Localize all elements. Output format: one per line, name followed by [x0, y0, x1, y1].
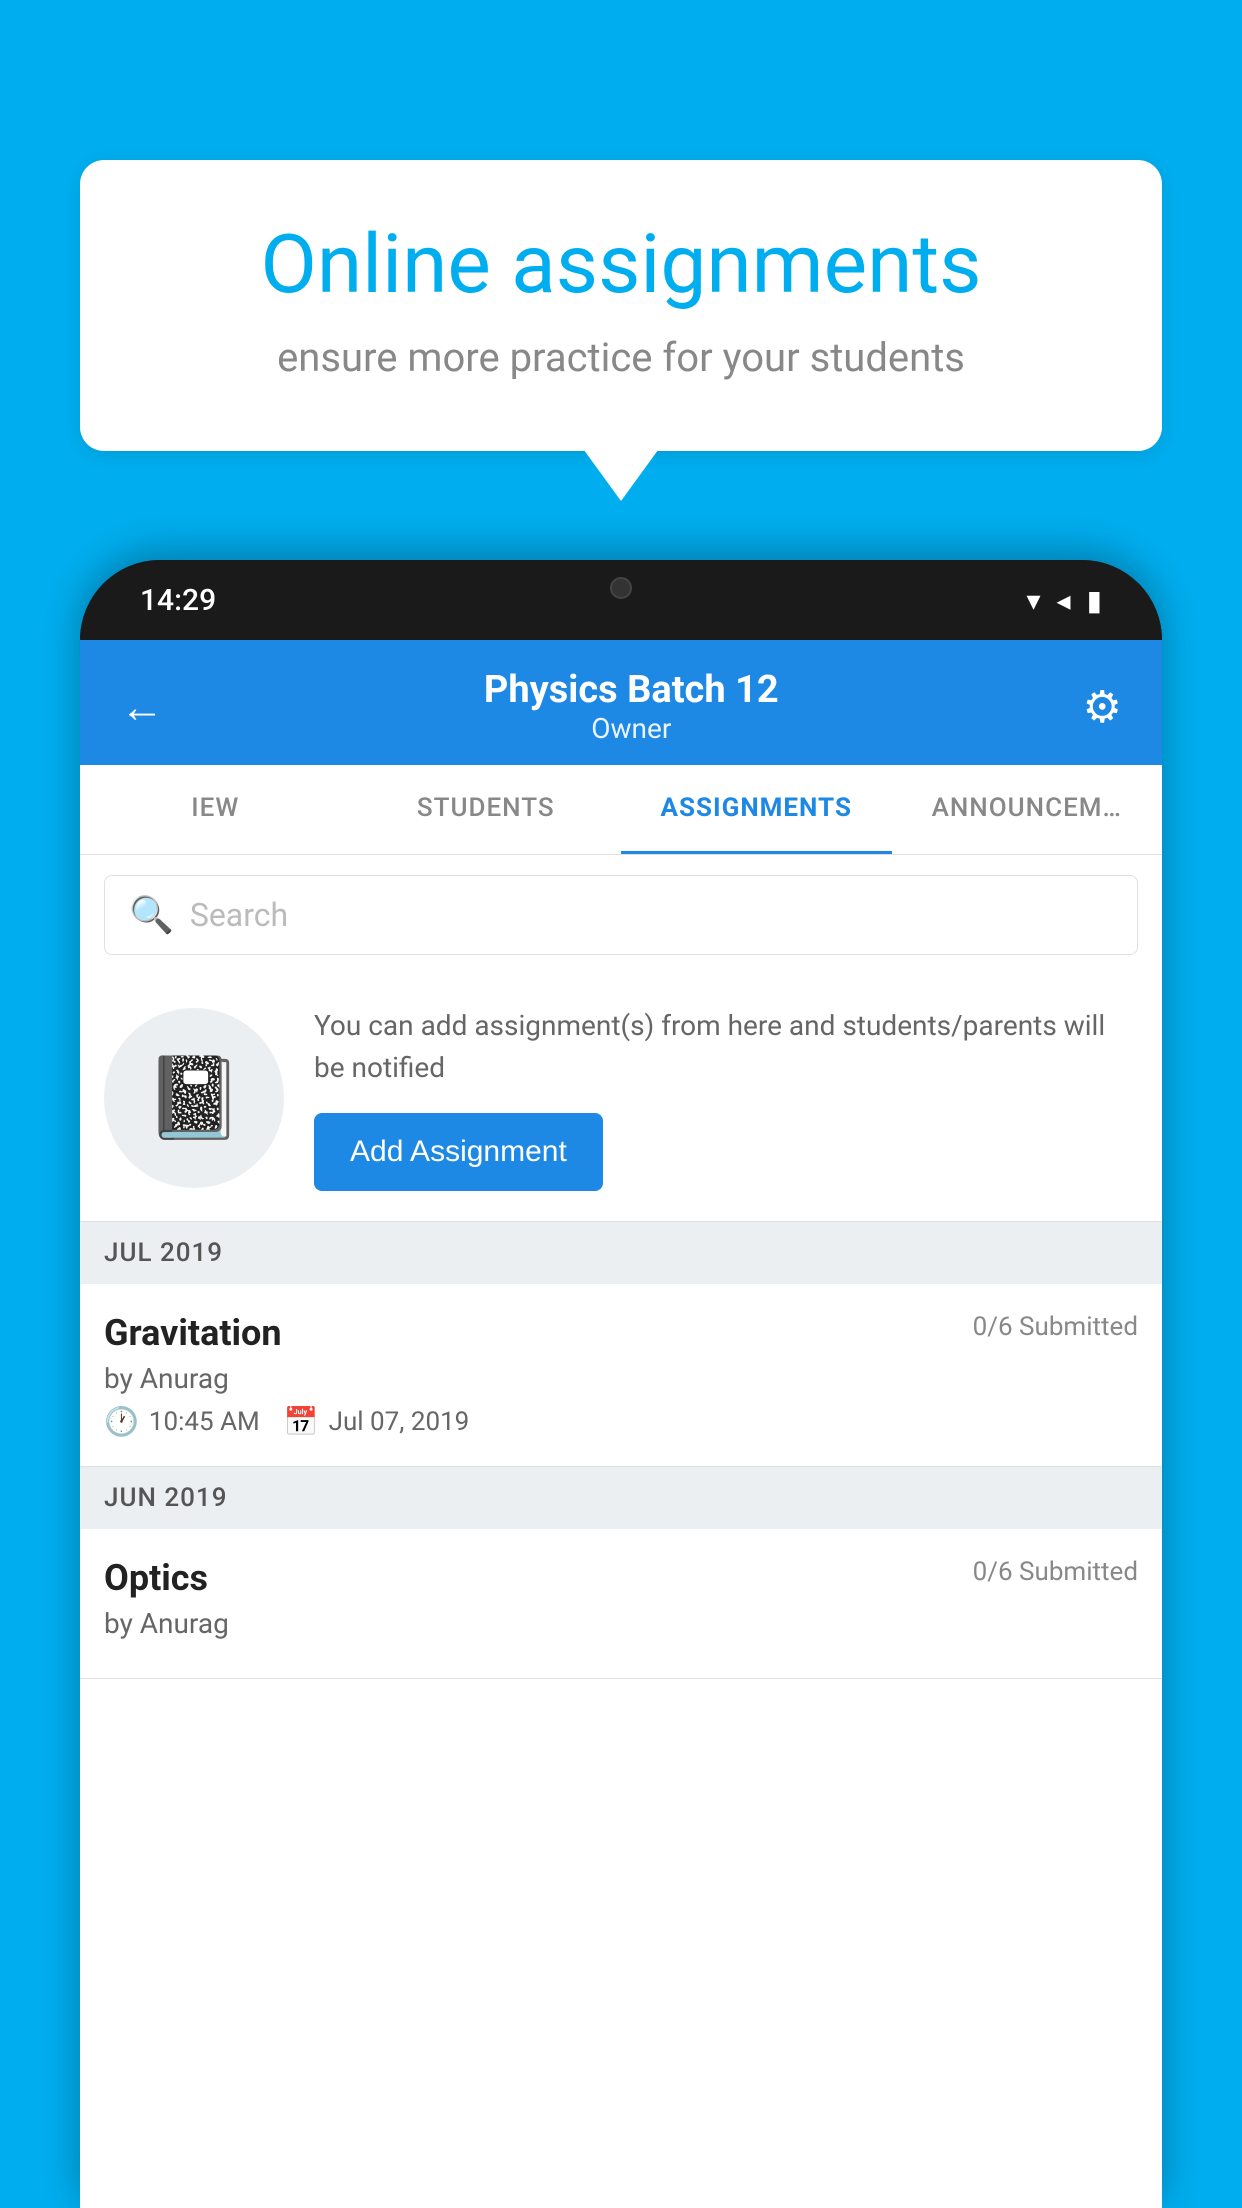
speech-bubble: Online assignments ensure more practice … [80, 160, 1162, 451]
app-header: ← Physics Batch 12 Owner ⚙ [80, 640, 1162, 765]
app-screen: ← Physics Batch 12 Owner ⚙ IEW STUDENTS … [80, 640, 1162, 2208]
phone-frame: 14:29 ▾ ◂ ▮ ← Physics Batch 12 Owner ⚙ I… [80, 560, 1162, 2208]
search-bar[interactable]: 🔍 Search [104, 875, 1138, 955]
bubble-subtitle: ensure more practice for your students [160, 334, 1082, 381]
header-title-group: Physics Batch 12 Owner [484, 668, 779, 745]
assignment-by-optics: by Anurag [104, 1607, 1138, 1640]
assignment-submitted: 0/6 Submitted [973, 1312, 1138, 1342]
back-button[interactable]: ← [120, 681, 180, 733]
assignment-item-gravitation[interactable]: Gravitation 0/6 Submitted by Anurag 🕐 10… [80, 1284, 1162, 1467]
tabs-bar: IEW STUDENTS ASSIGNMENTS ANNOUNCEM… [80, 765, 1162, 855]
content-area: 🔍 Search 📓 You can add assignment(s) fro… [80, 855, 1162, 2208]
settings-button[interactable]: ⚙ [1083, 681, 1122, 733]
section-header-jun: JUN 2019 [80, 1467, 1162, 1529]
assignment-row-top: Gravitation 0/6 Submitted [104, 1312, 1138, 1354]
notch [531, 560, 711, 615]
battery-icon: ▮ [1087, 584, 1102, 617]
assignment-item-optics[interactable]: Optics 0/6 Submitted by Anurag [80, 1529, 1162, 1679]
tab-students[interactable]: STUDENTS [351, 765, 622, 854]
empty-description: You can add assignment(s) from here and … [314, 1005, 1138, 1089]
empty-icon-circle: 📓 [104, 1008, 284, 1188]
add-assignment-button[interactable]: Add Assignment [314, 1113, 603, 1191]
signal-icon: ◂ [1057, 584, 1071, 617]
tab-assignments[interactable]: ASSIGNMENTS [621, 765, 892, 854]
status-icons: ▾ ◂ ▮ [1026, 584, 1102, 617]
empty-text-group: You can add assignment(s) from here and … [314, 1005, 1138, 1191]
bubble-title: Online assignments [160, 220, 1082, 310]
calendar-icon: 📅 [284, 1405, 319, 1438]
empty-state: 📓 You can add assignment(s) from here an… [80, 975, 1162, 1222]
search-container: 🔍 Search [80, 855, 1162, 975]
header-title: Physics Batch 12 [484, 668, 779, 712]
wifi-icon: ▾ [1026, 584, 1040, 617]
assignment-by: by Anurag [104, 1362, 1138, 1395]
section-header-jul: JUL 2019 [80, 1222, 1162, 1284]
assignment-name: Gravitation [104, 1312, 282, 1354]
meta-time: 🕐 10:45 AM [104, 1405, 260, 1438]
search-icon: 🔍 [129, 894, 174, 936]
header-subtitle: Owner [484, 712, 779, 745]
meta-date: 📅 Jul 07, 2019 [284, 1405, 470, 1438]
camera-dot [610, 577, 632, 599]
notebook-icon: 📓 [144, 1051, 244, 1145]
tab-announcements[interactable]: ANNOUNCEM… [892, 765, 1163, 854]
search-placeholder: Search [190, 896, 288, 934]
speech-bubble-container: Online assignments ensure more practice … [80, 160, 1162, 451]
assignment-submitted-optics: 0/6 Submitted [973, 1557, 1138, 1587]
tab-iew[interactable]: IEW [80, 765, 351, 854]
assignment-row-top-optics: Optics 0/6 Submitted [104, 1557, 1138, 1599]
assignment-meta: 🕐 10:45 AM 📅 Jul 07, 2019 [104, 1405, 1138, 1438]
clock-icon: 🕐 [104, 1405, 139, 1438]
assignment-name-optics: Optics [104, 1557, 208, 1599]
status-bar: 14:29 ▾ ◂ ▮ [80, 560, 1162, 640]
status-time: 14:29 [140, 583, 216, 618]
